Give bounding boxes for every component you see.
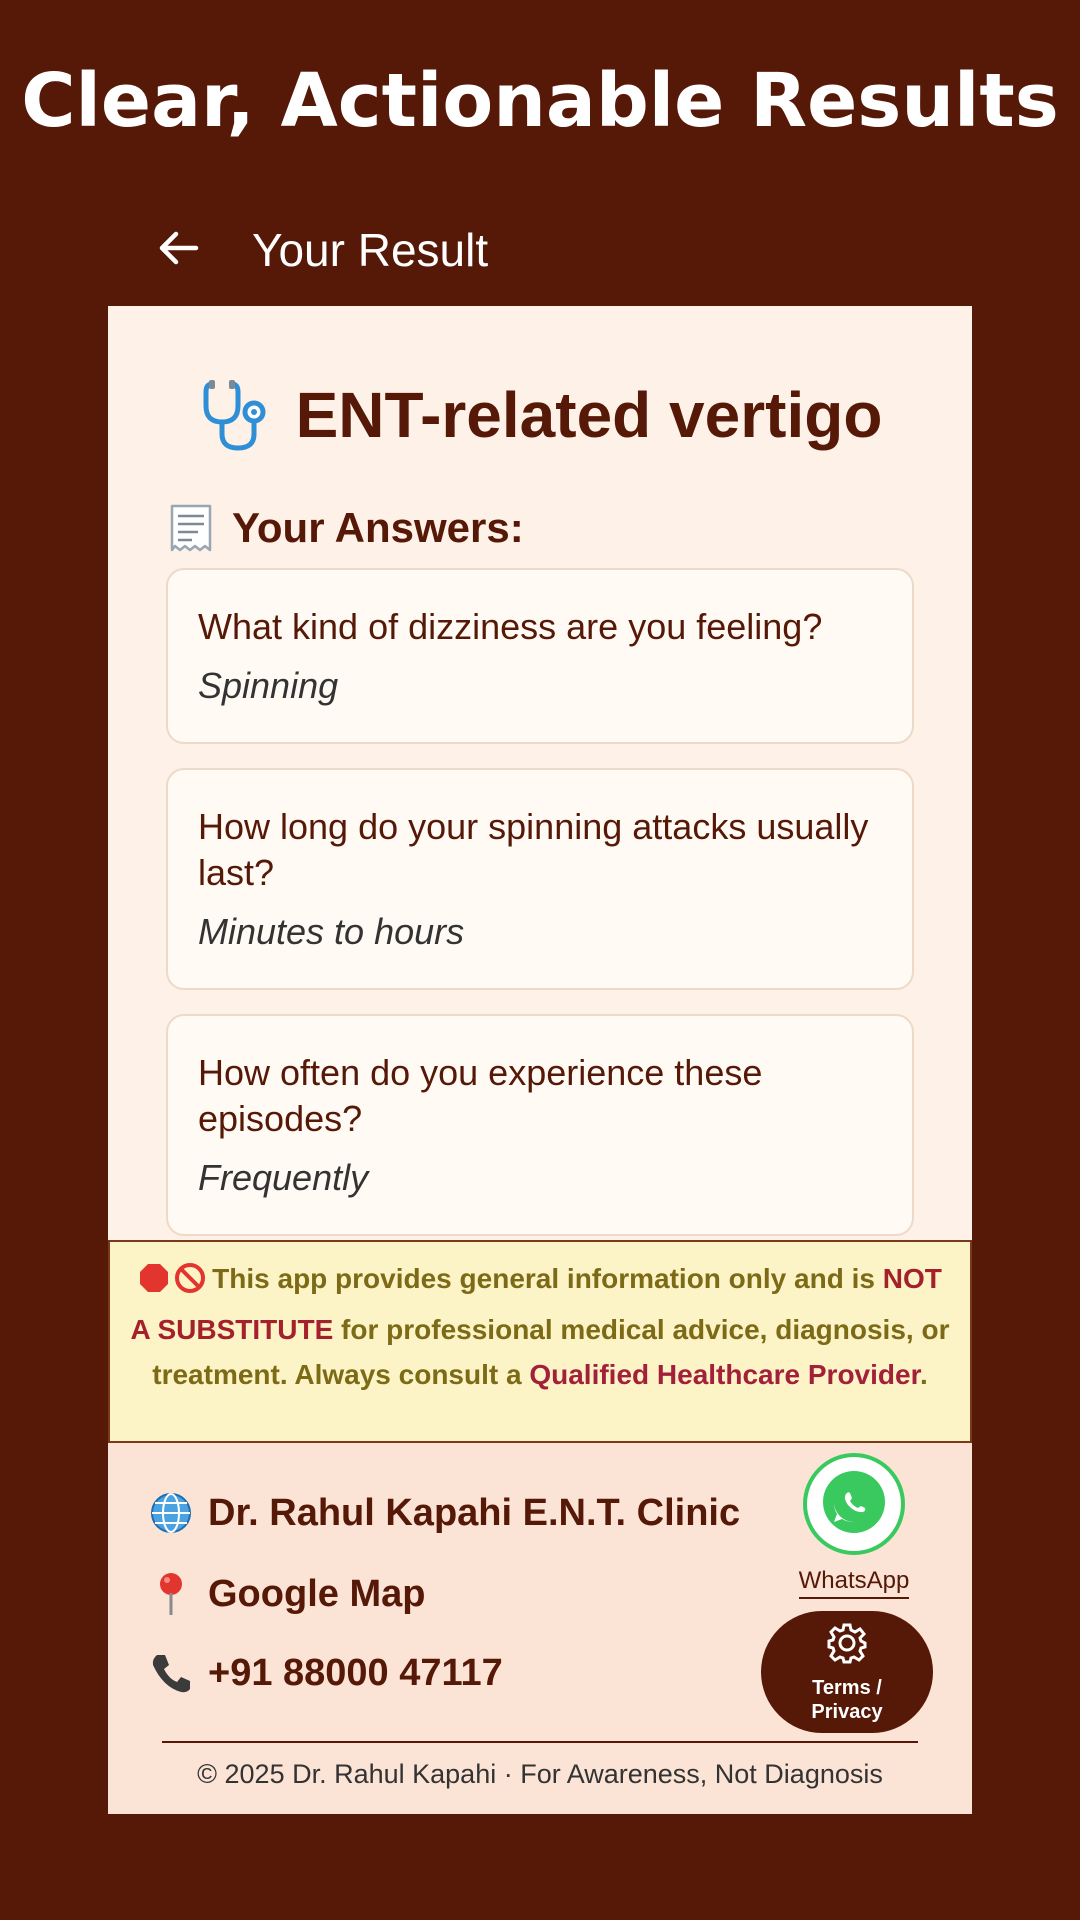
result-panel: ENT-related vertigo Your Answers: What k…	[108, 306, 972, 1240]
globe-icon	[146, 1491, 196, 1535]
terms-privacy-button[interactable]: Terms / Privacy	[761, 1611, 933, 1733]
terms-privacy-label: Terms / Privacy	[811, 1676, 882, 1724]
answer-text: Frequently	[198, 1157, 369, 1198]
stethoscope-icon	[198, 376, 276, 454]
stop-sign-icon	[138, 1262, 170, 1307]
page-title: Your Result	[252, 224, 489, 276]
result-title-text: ENT-related vertigo	[295, 379, 883, 451]
promo-headline: Clear, Actionable Results	[21, 58, 1059, 144]
receipt-icon	[168, 502, 214, 554]
question-text: How long do your spinning attacks usuall…	[198, 806, 869, 893]
google-map-link[interactable]: Google Map	[146, 1571, 425, 1617]
disclaimer-provider: Qualified Healthcare Provider	[529, 1359, 920, 1390]
question-text: How often do you experience these episod…	[198, 1052, 763, 1139]
back-button[interactable]	[108, 210, 248, 290]
answers-heading-text: Your Answers:	[232, 504, 524, 551]
app-bar: Your Result	[108, 200, 972, 300]
phone-number: +91 88000 47117	[208, 1651, 503, 1694]
copyright-text: © 2025 Dr. Rahul Kapahi · For Awareness,…	[197, 1759, 883, 1789]
phone-link[interactable]: +91 88000 47117	[146, 1651, 503, 1695]
result-title: ENT-related vertigo	[108, 376, 972, 454]
clinic-name: Dr. Rahul Kapahi E.N.T. Clinic	[208, 1491, 741, 1534]
arrow-left-icon	[156, 226, 200, 275]
disclaimer-text: This app provides general information on…	[212, 1263, 883, 1294]
whatsapp-label[interactable]: WhatsApp	[798, 1567, 910, 1599]
whatsapp-section: WhatsApp	[784, 1453, 924, 1599]
whatsapp-button[interactable]	[803, 1453, 905, 1555]
phone-icon	[146, 1651, 196, 1695]
footer-divider	[162, 1741, 918, 1743]
answers-heading: Your Answers:	[168, 502, 524, 554]
clinic-footer: Dr. Rahul Kapahi E.N.T. Clinic Google Ma…	[108, 1443, 972, 1814]
answer-card: How often do you experience these episod…	[166, 1014, 914, 1236]
answer-card: How long do your spinning attacks usuall…	[166, 768, 914, 990]
medical-disclaimer: This app provides general information on…	[108, 1240, 972, 1443]
privacy-label-line: Privacy	[811, 1700, 883, 1723]
answer-text: Spinning	[198, 665, 339, 706]
terms-label-line: Terms /	[812, 1676, 882, 1699]
gear-icon	[825, 1621, 869, 1670]
question-text: What kind of dizziness are you feeling?	[198, 606, 823, 647]
disclaimer-text: .	[919, 1359, 928, 1390]
whatsapp-icon	[821, 1469, 887, 1540]
answer-text: Minutes to hours	[198, 911, 465, 952]
prohibited-icon	[174, 1262, 206, 1307]
clinic-website-link[interactable]: Dr. Rahul Kapahi E.N.T. Clinic	[146, 1491, 740, 1535]
map-label: Google Map	[208, 1572, 426, 1615]
answer-card: What kind of dizziness are you feeling? …	[166, 568, 914, 744]
map-pin-icon	[146, 1571, 196, 1617]
